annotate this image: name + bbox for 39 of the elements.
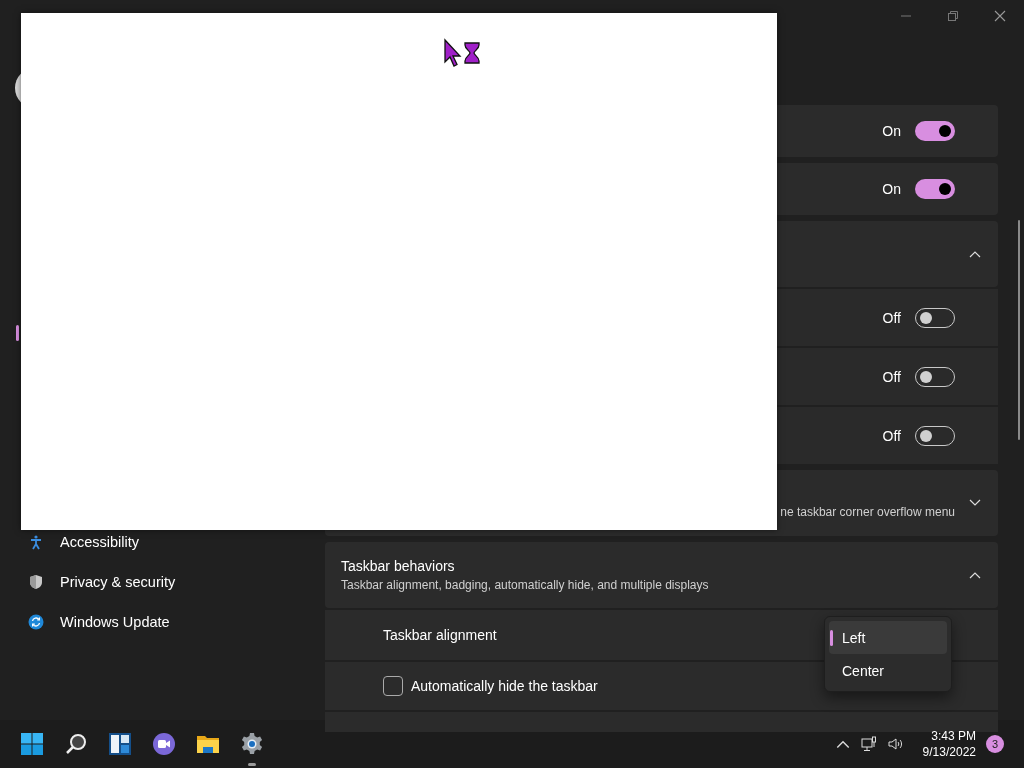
toggle-state: Off bbox=[882, 309, 901, 326]
section-description: ne taskbar corner overflow menu bbox=[780, 505, 955, 519]
dropdown-option[interactable]: Left bbox=[829, 621, 947, 654]
network-icon[interactable] bbox=[860, 736, 877, 752]
toggle-switch[interactable] bbox=[915, 121, 955, 141]
selection-indicator bbox=[16, 325, 19, 341]
checkbox[interactable] bbox=[383, 676, 403, 696]
refresh-icon bbox=[28, 614, 44, 630]
checkbox-label: Automatically hide the taskbar bbox=[410, 678, 598, 694]
toggle-switch[interactable] bbox=[915, 179, 955, 199]
sidebar-item[interactable]: Windows Update bbox=[0, 611, 170, 633]
clock[interactable]: 3:43 PM 9/13/2022 bbox=[922, 728, 976, 760]
toggle-state: Off bbox=[882, 427, 901, 444]
section-description: Taskbar alignment, badging, automatically hide, and multiple displays bbox=[341, 578, 710, 592]
setting-label: Taskbar alignment bbox=[382, 627, 497, 643]
running-indicator bbox=[248, 763, 256, 766]
search-icon bbox=[64, 732, 88, 756]
start-icon bbox=[20, 732, 44, 756]
shield-icon bbox=[28, 574, 44, 590]
toggle-state: On bbox=[882, 181, 901, 197]
person-icon bbox=[28, 534, 44, 550]
scrollbar[interactable] bbox=[1018, 220, 1020, 440]
speaker-icon[interactable] bbox=[886, 736, 903, 752]
busy-cursor-icon bbox=[443, 38, 483, 68]
chat-icon bbox=[152, 732, 176, 756]
dropdown-option[interactable]: Center bbox=[829, 654, 947, 687]
section-title: Taskbar behaviors bbox=[341, 558, 456, 574]
close-icon[interactable] bbox=[994, 10, 1006, 22]
sidebar-item[interactable]: Accessibility bbox=[0, 531, 139, 553]
chevron-up-icon[interactable] bbox=[969, 250, 981, 258]
chevron-up-icon[interactable] bbox=[969, 571, 981, 579]
sidebar-item[interactable]: Privacy & security bbox=[0, 571, 176, 593]
toggle-state: Off bbox=[882, 368, 901, 385]
gear-icon bbox=[240, 732, 264, 756]
toggle-state: On bbox=[882, 123, 901, 139]
widgets-icon bbox=[108, 732, 132, 756]
restore-icon[interactable] bbox=[947, 10, 959, 22]
chevron-down-icon[interactable] bbox=[969, 499, 981, 507]
notification-badge[interactable]: 3 bbox=[986, 735, 1004, 753]
